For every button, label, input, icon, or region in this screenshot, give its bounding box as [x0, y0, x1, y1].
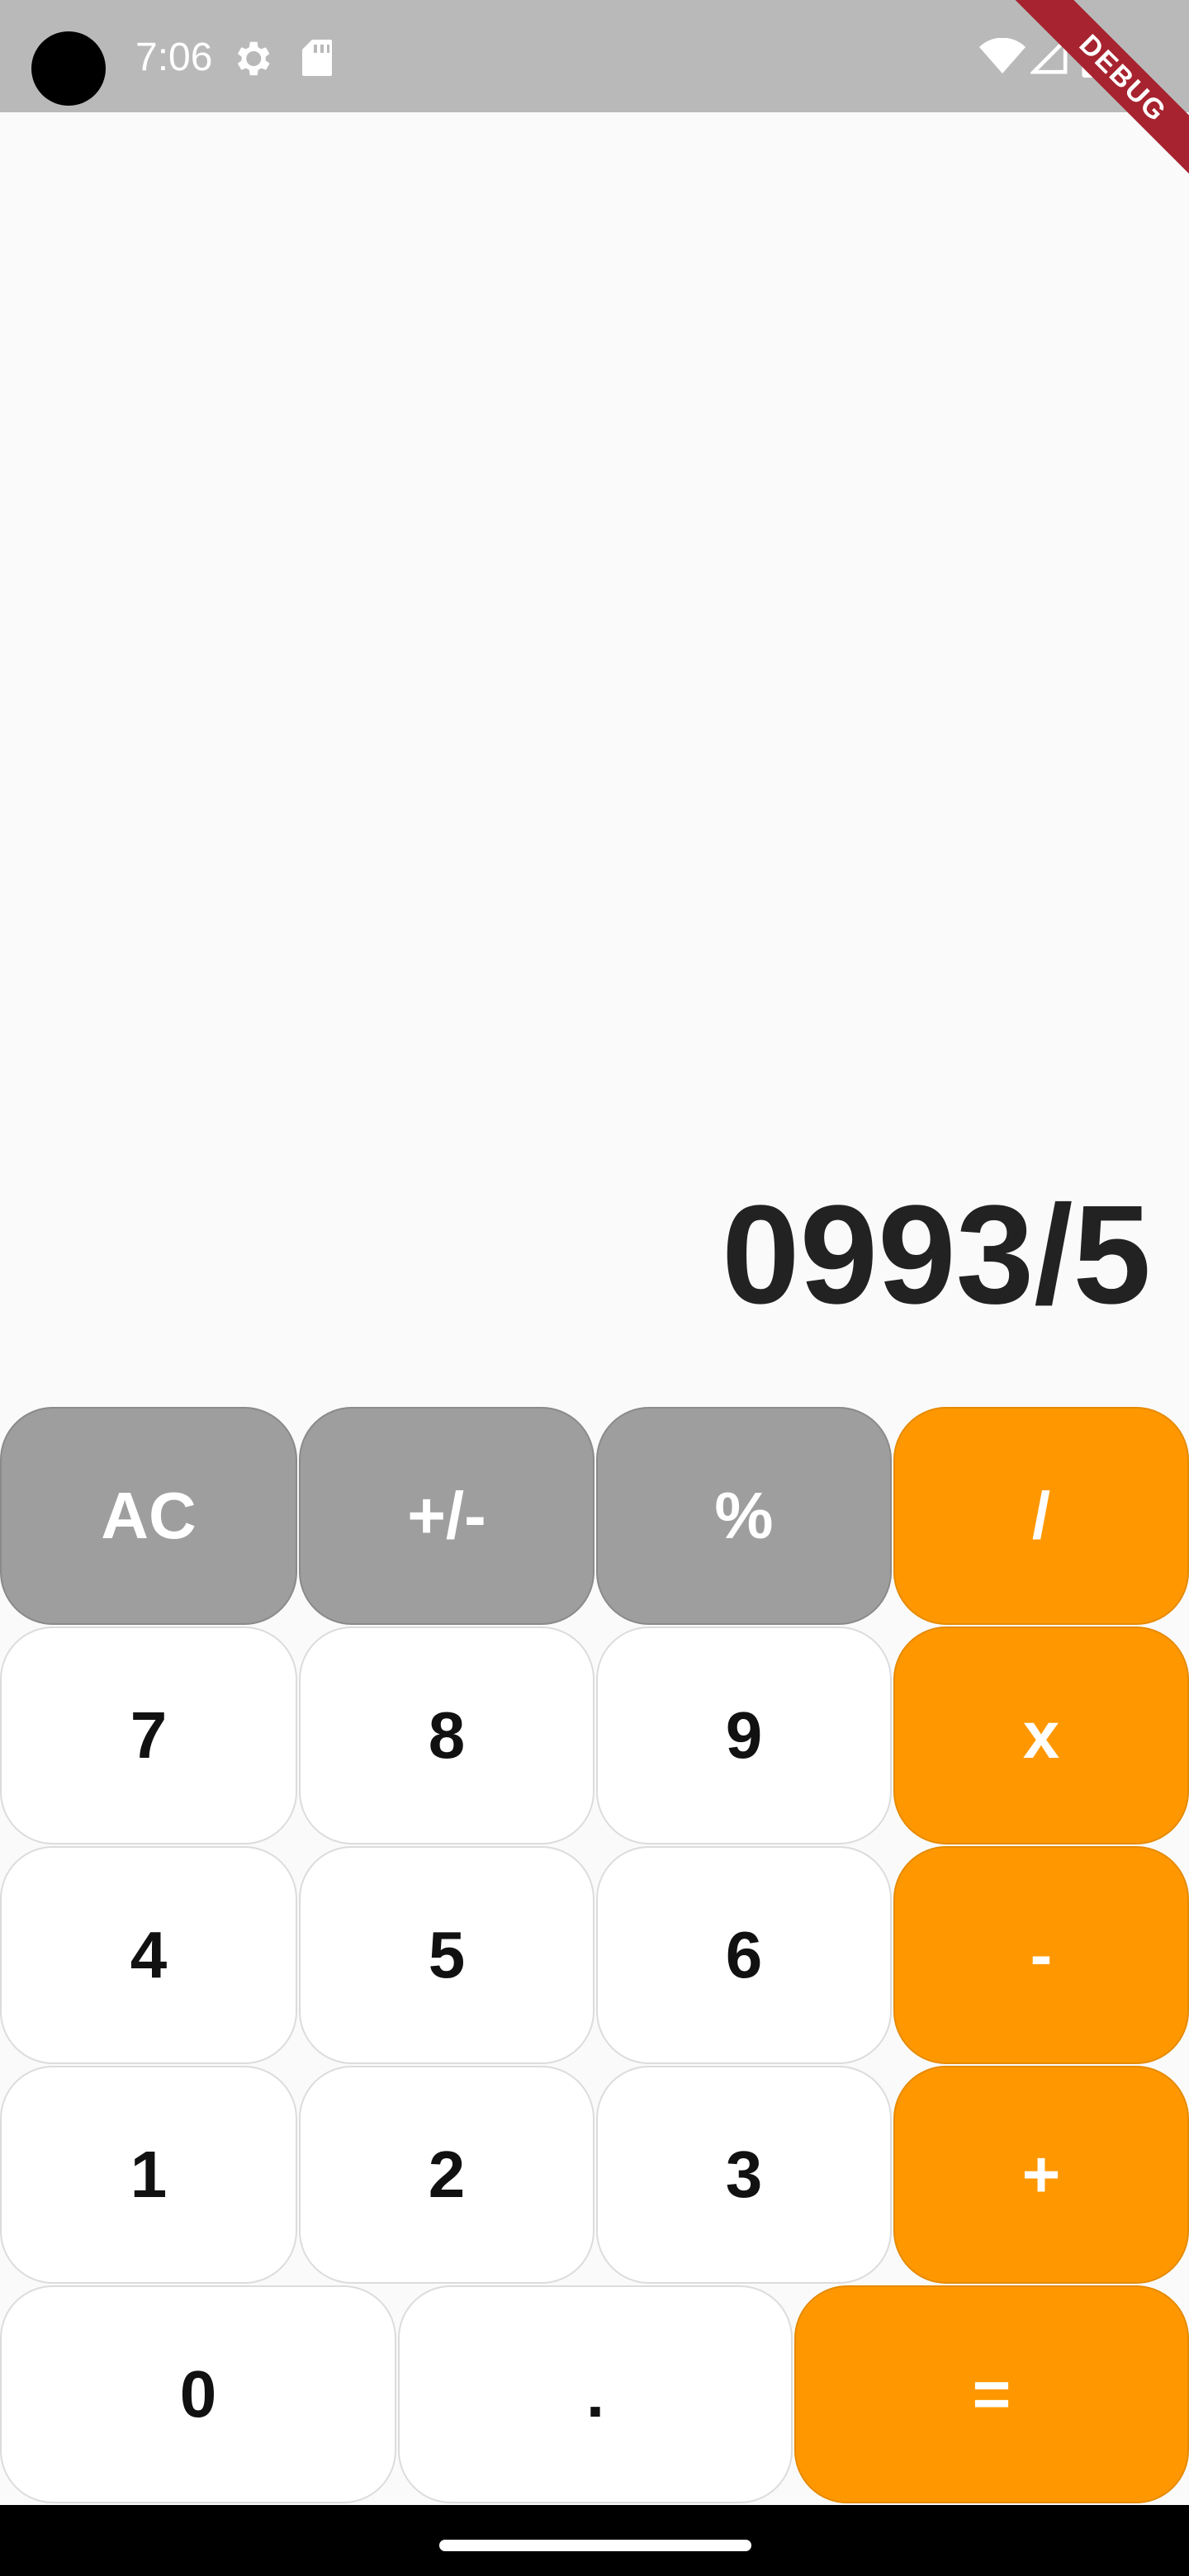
divide-button[interactable]: /	[893, 1407, 1189, 1625]
digit-1-button[interactable]: 1	[0, 2066, 297, 2284]
add-button[interactable]: +	[893, 2066, 1189, 2284]
equals-button[interactable]: =	[794, 2285, 1189, 2503]
digit-7-button[interactable]: 7	[0, 1627, 297, 1844]
calculator-display: 0993/5	[722, 1177, 1151, 1333]
wifi-icon	[979, 38, 1026, 73]
home-gesture-handle[interactable]	[439, 2540, 751, 2551]
sign-toggle-button[interactable]: +/-	[299, 1407, 594, 1625]
clear-button[interactable]: AC	[0, 1407, 297, 1625]
status-time: 7:06	[135, 36, 213, 79]
percent-button[interactable]: %	[596, 1407, 892, 1625]
gear-icon	[237, 41, 270, 76]
navigation-bar	[0, 2505, 1189, 2576]
digit-6-button[interactable]: 6	[596, 1846, 892, 2064]
multiply-button[interactable]: x	[893, 1627, 1189, 1844]
digit-3-button[interactable]: 3	[596, 2066, 892, 2284]
digit-9-button[interactable]: 9	[596, 1627, 892, 1844]
decimal-button[interactable]: .	[398, 2285, 793, 2503]
digit-0-button[interactable]: 0	[0, 2285, 396, 2503]
digit-8-button[interactable]: 8	[299, 1627, 594, 1844]
digit-5-button[interactable]: 5	[299, 1846, 594, 2064]
status-bar: 7:06	[0, 0, 1189, 112]
digit-4-button[interactable]: 4	[0, 1846, 297, 2064]
subtract-button[interactable]: -	[893, 1846, 1189, 2064]
digit-2-button[interactable]: 2	[299, 2066, 594, 2284]
sd-card-icon	[302, 40, 332, 76]
camera-cutout	[31, 31, 106, 106]
calculator-screen: 7:06 DEBUG 0993/5 AC +/- % / 7 8 9 x 4 5…	[0, 0, 1189, 2576]
keypad: AC +/- % / 7 8 9 x 4 5 6 - 1 2 3 + 0 . =	[0, 1407, 1189, 2505]
